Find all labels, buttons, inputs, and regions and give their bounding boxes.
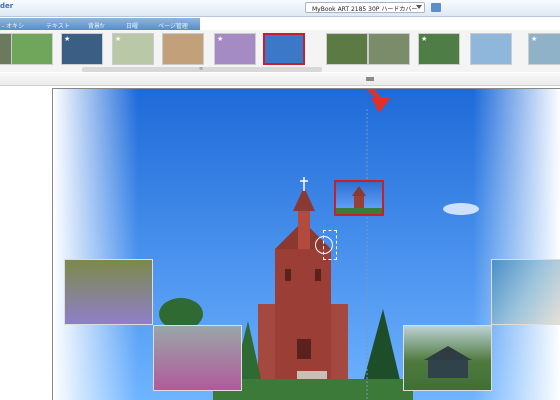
tab-date[interactable]: 日曜 xyxy=(126,21,138,30)
thumbnail-church-sky[interactable] xyxy=(263,33,305,65)
ruler xyxy=(0,73,560,86)
thumbnail-gallery-blue[interactable]: ★ xyxy=(528,33,560,65)
strip-scrollbar[interactable]: ≡ xyxy=(82,67,322,72)
church-mini-icon xyxy=(336,186,382,214)
thumbnail-tree-cabin[interactable] xyxy=(368,33,410,65)
thumbnail-green-field[interactable] xyxy=(11,33,53,65)
tab-layout[interactable]: - オキシ xyxy=(2,21,24,30)
tab-background[interactable]: 背景fr xyxy=(88,21,105,30)
app-logo: der xyxy=(0,2,14,10)
product-dropdown[interactable]: MyBook ART 2185 30P ハードカバー xyxy=(305,2,425,13)
thumbnail-purple-flowers[interactable]: ★ xyxy=(214,33,256,65)
star-icon: ★ xyxy=(64,35,71,43)
star-icon: ★ xyxy=(217,35,224,43)
image-icon[interactable] xyxy=(431,3,441,12)
thumbnail-gallery-wall[interactable]: ★ xyxy=(112,33,154,65)
thumbnail-barn-field[interactable]: ★ xyxy=(418,33,460,65)
dragged-photo[interactable] xyxy=(334,180,384,216)
star-icon: ★ xyxy=(531,35,538,43)
photo-gallery-wall[interactable] xyxy=(491,259,560,325)
tab-text[interactable]: テキスト xyxy=(46,21,70,30)
rotate-icon[interactable] xyxy=(315,236,333,254)
chevron-down-icon xyxy=(416,5,422,9)
barn-icon xyxy=(424,346,472,378)
photo-flower-window[interactable] xyxy=(153,325,242,391)
star-icon: ★ xyxy=(421,35,428,43)
photo-page-canvas[interactable] xyxy=(52,88,560,400)
top-bar: der MyBook ART 2185 30P ハードカバー xyxy=(0,0,560,17)
thumbnail-radial-sky[interactable]: ★ xyxy=(61,33,103,65)
photo-purple-flowers[interactable] xyxy=(64,259,153,325)
product-dropdown-label: MyBook ART 2185 30P ハードカバー xyxy=(312,6,418,13)
tab-page-manage[interactable]: ページ管理 xyxy=(158,21,188,30)
thumbnail-tree-walk[interactable] xyxy=(326,33,368,65)
thumbnail-meadow-sky[interactable] xyxy=(470,33,512,65)
photo-barn-field[interactable] xyxy=(403,325,492,391)
scroll-grip-icon[interactable]: ≡ xyxy=(199,67,203,72)
photo-strip: ★ ★ ★ ★ ★ xyxy=(0,30,560,72)
ruler-marker[interactable] xyxy=(366,77,374,81)
star-icon: ★ xyxy=(115,35,122,43)
thumbnail-food-plate[interactable] xyxy=(162,33,204,65)
tab-bar: - オキシ テキスト 背景fr 日曜 ページ管理 xyxy=(0,18,200,30)
